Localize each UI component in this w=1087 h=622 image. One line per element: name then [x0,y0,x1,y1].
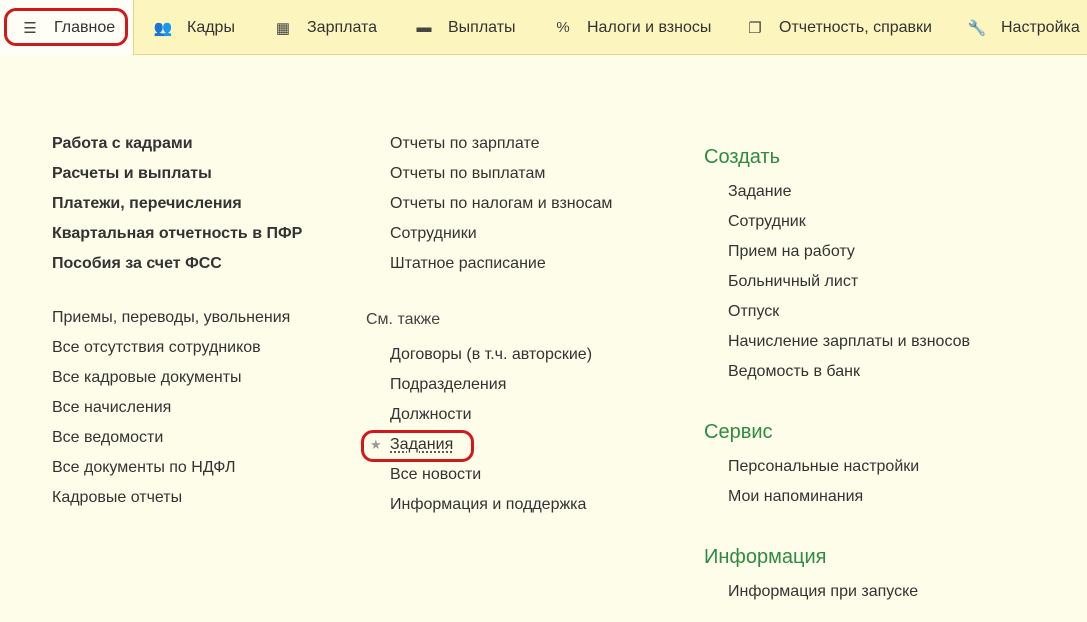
link-staffing[interactable]: Штатное расписание [390,254,546,274]
tab-label: Отчетность, справки [779,18,932,36]
section-service-title: Сервис [704,421,773,443]
section-create-title: Создать [704,146,781,168]
service-reminders[interactable]: Мои напоминания [728,487,863,507]
wallet-icon: ▬ [416,19,432,36]
link-news[interactable]: Все новости [390,465,481,485]
people-icon: 👥 [153,19,173,37]
link-accruals[interactable]: Все начисления [52,398,171,418]
see-also-label: См. также [366,311,441,328]
tab-label: Кадры [187,18,235,36]
create-employee[interactable]: Сотрудник [728,212,806,232]
highlight-ring [361,430,474,462]
link-fss-benefits[interactable]: Пособия за счет ФСС [52,254,222,274]
tab-label: Выплаты [448,18,516,36]
link-salary-reports[interactable]: Отчеты по зарплате [390,134,539,154]
link-statements[interactable]: Все ведомости [52,428,163,448]
link-absences[interactable]: Все отсутствия сотрудников [52,338,261,358]
create-hiring[interactable]: Прием на работу [728,242,855,262]
tab-label: Налоги и взносы [587,18,712,36]
link-departments[interactable]: Подразделения [390,375,506,395]
documents-icon: ❐ [748,19,762,37]
tab-reports[interactable]: ❐ Отчетность, справки [745,0,932,55]
menu-icon: ☰ [23,19,37,37]
tab-personnel[interactable]: 👥 Кадры [153,0,235,55]
link-payment-reports[interactable]: Отчеты по выплатам [390,164,545,184]
tab-label: Главное [54,18,116,36]
create-payroll[interactable]: Начисление зарплаты и взносов [728,332,970,352]
tab-label: Зарплата [307,18,378,36]
info-startup[interactable]: Информация при запуске [728,582,918,602]
link-pfr-reporting[interactable]: Квартальная отчетность в ПФР [52,224,302,244]
create-vacation[interactable]: Отпуск [728,302,779,322]
link-ndfl-documents[interactable]: Все документы по НДФЛ [52,458,235,478]
section-info-title: Информация [704,546,827,568]
create-bank-statement[interactable]: Ведомость в банк [728,362,860,382]
tab-salary[interactable]: ▦ Зарплата [273,0,377,55]
tab-settings[interactable]: 🔧 Настройка [967,0,1080,55]
link-transfers[interactable]: Платежи, перечисления [52,194,242,214]
tab-payments[interactable]: ▬ Выплаты [414,0,516,55]
link-contracts[interactable]: Договоры (в т.ч. авторские) [390,345,592,365]
link-hr-documents[interactable]: Все кадровые документы [52,368,242,388]
wrench-icon: 🔧 [967,19,987,37]
link-personnel-work[interactable]: Работа с кадрами [52,134,193,154]
link-employees[interactable]: Сотрудники [390,224,477,244]
link-calculations-payments[interactable]: Расчеты и выплаты [52,164,212,184]
link-info-support[interactable]: Информация и поддержка [390,495,586,515]
service-personal-settings[interactable]: Персональные настройки [728,457,919,477]
percent-icon: % [556,19,570,36]
tab-taxes[interactable]: % Налоги и взносы [553,0,711,55]
link-tax-reports[interactable]: Отчеты по налогам и взносам [390,194,612,214]
link-hr-reports[interactable]: Кадровые отчеты [52,488,182,508]
section-panel: ☰ Главное 👥 Кадры ▦ Зарплата ▬ Выплаты %… [0,0,1087,55]
link-positions[interactable]: Должности [390,405,472,425]
tab-main[interactable]: ☰ Главное [0,0,134,55]
create-sick-leave[interactable]: Больничный лист [728,272,858,292]
create-task[interactable]: Задание [728,182,791,202]
link-hirings[interactable]: Приемы, переводы, увольнения [52,308,290,328]
calculator-icon: ▦ [275,19,291,37]
tab-label: Настройка [1001,18,1080,36]
